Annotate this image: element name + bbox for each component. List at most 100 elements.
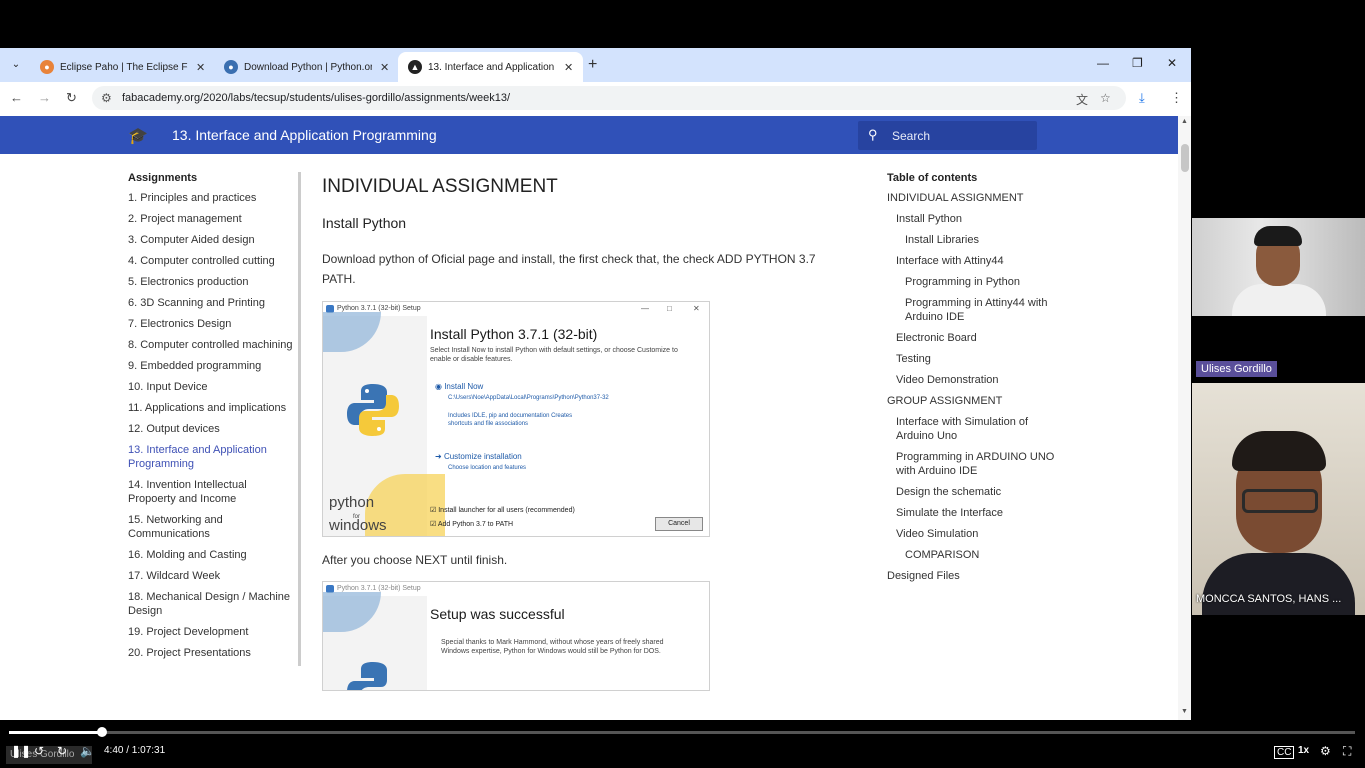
site-title[interactable]: 13. Interface and Application Programmin…: [172, 127, 437, 143]
web-page: 🎓 13. Interface and Application Programm…: [0, 116, 1191, 720]
python-logo-icon: [347, 384, 399, 436]
page-heading: INDIVIDUAL ASSIGNMENT: [322, 176, 558, 197]
toc-item[interactable]: Simulate the Interface: [887, 506, 1062, 520]
captions-icon[interactable]: CC: [1274, 746, 1295, 759]
nav-item[interactable]: 20. Project Presentations: [128, 646, 294, 660]
nav-item[interactable]: 12. Output devices: [128, 422, 294, 436]
nav-item[interactable]: 13. Interface and Application Programmin…: [128, 443, 294, 471]
volume-icon[interactable]: 🔈: [80, 744, 95, 758]
playback-speed[interactable]: 1x: [1298, 745, 1309, 756]
scroll-down-icon[interactable]: ▼: [1181, 708, 1188, 715]
installer-side-panel: python for windows: [323, 312, 445, 536]
toc-item[interactable]: Video Demonstration: [887, 373, 1062, 387]
download-icon[interactable]: ⤓: [1139, 90, 1145, 106]
progress-bar[interactable]: [9, 731, 1355, 734]
scroll-up-icon[interactable]: ▲: [1181, 118, 1188, 125]
search-placeholder: Search: [892, 129, 931, 143]
installer-min-icon: —: [641, 304, 649, 313]
toc-item[interactable]: Video Simulation: [887, 527, 1062, 541]
toc-item[interactable]: Install Python: [887, 212, 1062, 226]
nav-item[interactable]: 16. Molding and Casting: [128, 548, 294, 562]
nav-item[interactable]: 14. Invention Intellectual Propoerty and…: [128, 478, 294, 506]
nav-item[interactable]: 10. Input Device: [128, 380, 294, 394]
tab-search-chevron-icon[interactable]: ⌄: [6, 55, 26, 75]
pause-icon[interactable]: ❚❚: [11, 744, 31, 758]
windows-word: windows: [329, 517, 387, 534]
toc-item[interactable]: Interface with Simulation of Arduino Uno: [887, 415, 1062, 443]
python-installer-screenshot: Python 3.7.1 (32-bit) Setup — □ ✕ python: [322, 301, 710, 537]
installer-max-icon: □: [667, 304, 672, 313]
toc-item[interactable]: Programming in Python: [887, 275, 1062, 289]
translate-icon[interactable]: 文: [1076, 91, 1088, 108]
nav-item[interactable]: 17. Wildcard Week: [128, 569, 294, 583]
toc-item[interactable]: COMPARISON: [887, 548, 1062, 562]
toc-item[interactable]: Install Libraries: [887, 233, 1062, 247]
participant-video-1: [1192, 218, 1365, 316]
installer-heading: Install Python 3.7.1 (32-bit): [430, 326, 598, 342]
forward-icon[interactable]: ↻: [57, 744, 67, 758]
customize-subtext: Choose location and features: [448, 465, 527, 471]
nav-item[interactable]: 3. Computer Aided design: [128, 233, 294, 247]
tab-title: Download Python | Python.org: [244, 61, 372, 73]
participant-video-2: [1192, 383, 1365, 615]
reload-icon[interactable]: ↻: [66, 90, 77, 106]
success-heading: Setup was successful: [430, 606, 565, 622]
fullscreen-icon[interactable]: ⛶: [1343, 744, 1351, 759]
toc-item[interactable]: Programming in ARDUINO UNO with Arduino …: [887, 450, 1062, 478]
window-close-icon[interactable]: ✕: [1167, 56, 1177, 70]
graduation-cap-icon[interactable]: 🎓: [128, 126, 148, 146]
toc-list: INDIVIDUAL ASSIGNMENT Install Python Insta…: [887, 191, 1062, 583]
nav-item[interactable]: 9. Embedded programming: [128, 359, 294, 373]
nav-item[interactable]: 18. Mechanical Design / Machine Design: [128, 590, 294, 618]
next-paragraph: After you choose NEXT until finish.: [322, 553, 508, 567]
rewind-icon[interactable]: ↺: [34, 744, 44, 758]
nav-item[interactable]: 4. Computer controlled cutting: [128, 254, 294, 268]
nav-item[interactable]: 8. Computer controlled machining: [128, 338, 294, 352]
tab-strip: ⌄ ● Eclipse Paho | The Eclipse Foun ✕ ● …: [0, 48, 1191, 82]
installer-close-icon: ✕: [693, 304, 700, 313]
new-tab-plus-icon[interactable]: +: [588, 56, 597, 74]
tab-eclipse-paho[interactable]: ● Eclipse Paho | The Eclipse Foun ✕: [30, 52, 215, 82]
toc-item[interactable]: GROUP ASSIGNMENT: [887, 394, 1062, 408]
toc-item[interactable]: Testing: [887, 352, 1062, 366]
toc-item[interactable]: INDIVIDUAL ASSIGNMENT: [887, 191, 1062, 205]
site-search-box[interactable]: ⚲ Search: [858, 121, 1037, 150]
nav-item[interactable]: 19. Project Development: [128, 625, 294, 639]
page-scrollbar[interactable]: ▲ ▼: [1178, 116, 1191, 720]
nav-item[interactable]: 7. Electronics Design: [128, 317, 294, 331]
assignments-heading: Assignments: [128, 172, 198, 184]
toc-item[interactable]: Design the schematic: [887, 485, 1062, 499]
nav-item[interactable]: 1. Principles and practices: [128, 191, 294, 205]
settings-gear-icon[interactable]: ⚙: [1320, 744, 1331, 758]
install-now-link: ◉ Install Now: [435, 382, 484, 391]
menu-kebab-icon[interactable]: ⋮: [1170, 90, 1183, 106]
maximize-icon[interactable]: ❐: [1132, 56, 1143, 70]
bookmark-star-icon[interactable]: ☆: [1100, 91, 1111, 105]
scroll-thumb[interactable]: [1181, 144, 1189, 172]
tab-close-icon[interactable]: ✕: [380, 61, 389, 74]
site-info-icon[interactable]: ⚙: [101, 91, 112, 105]
tab-download-python[interactable]: ● Download Python | Python.org ✕: [214, 52, 399, 82]
minimize-icon[interactable]: —: [1097, 56, 1109, 70]
progress-handle[interactable]: [97, 727, 107, 737]
nav-divider: [298, 172, 301, 666]
includes-text: Includes IDLE, pip and documentation Cre…: [448, 413, 573, 427]
tab-close-icon[interactable]: ✕: [564, 61, 573, 74]
nav-item[interactable]: 11. Applications and implications: [128, 401, 294, 415]
nav-item[interactable]: 2. Project management: [128, 212, 294, 226]
tab-close-icon[interactable]: ✕: [196, 61, 205, 74]
nav-item[interactable]: 5. Electronics production: [128, 275, 294, 289]
toc-item[interactable]: Interface with Attiny44: [887, 254, 1062, 268]
back-arrow-icon[interactable]: ←: [10, 90, 23, 105]
toc-item[interactable]: Electronic Board: [887, 331, 1062, 345]
nav-item[interactable]: 6. 3D Scanning and Printing: [128, 296, 294, 310]
participant-name-1: Ulises Gordillo: [1196, 361, 1277, 377]
nav-item[interactable]: 15. Networking and Communications: [128, 513, 294, 541]
installer-subtext: Select Install Now to install Python wit…: [430, 347, 678, 363]
toc-item[interactable]: Programming in Attiny44 with Arduino IDE: [887, 296, 1062, 324]
tab-interface-application[interactable]: ▲ 13. Interface and Application P ✕: [398, 52, 584, 82]
url-text: fabacademy.org/2020/labs/tecsup/students…: [122, 92, 511, 104]
forward-arrow-icon[interactable]: →: [38, 90, 51, 105]
address-bar[interactable]: ⚙ fabacademy.org/2020/labs/tecsup/studen…: [92, 86, 1126, 110]
toc-item[interactable]: Designed Files: [887, 569, 1062, 583]
